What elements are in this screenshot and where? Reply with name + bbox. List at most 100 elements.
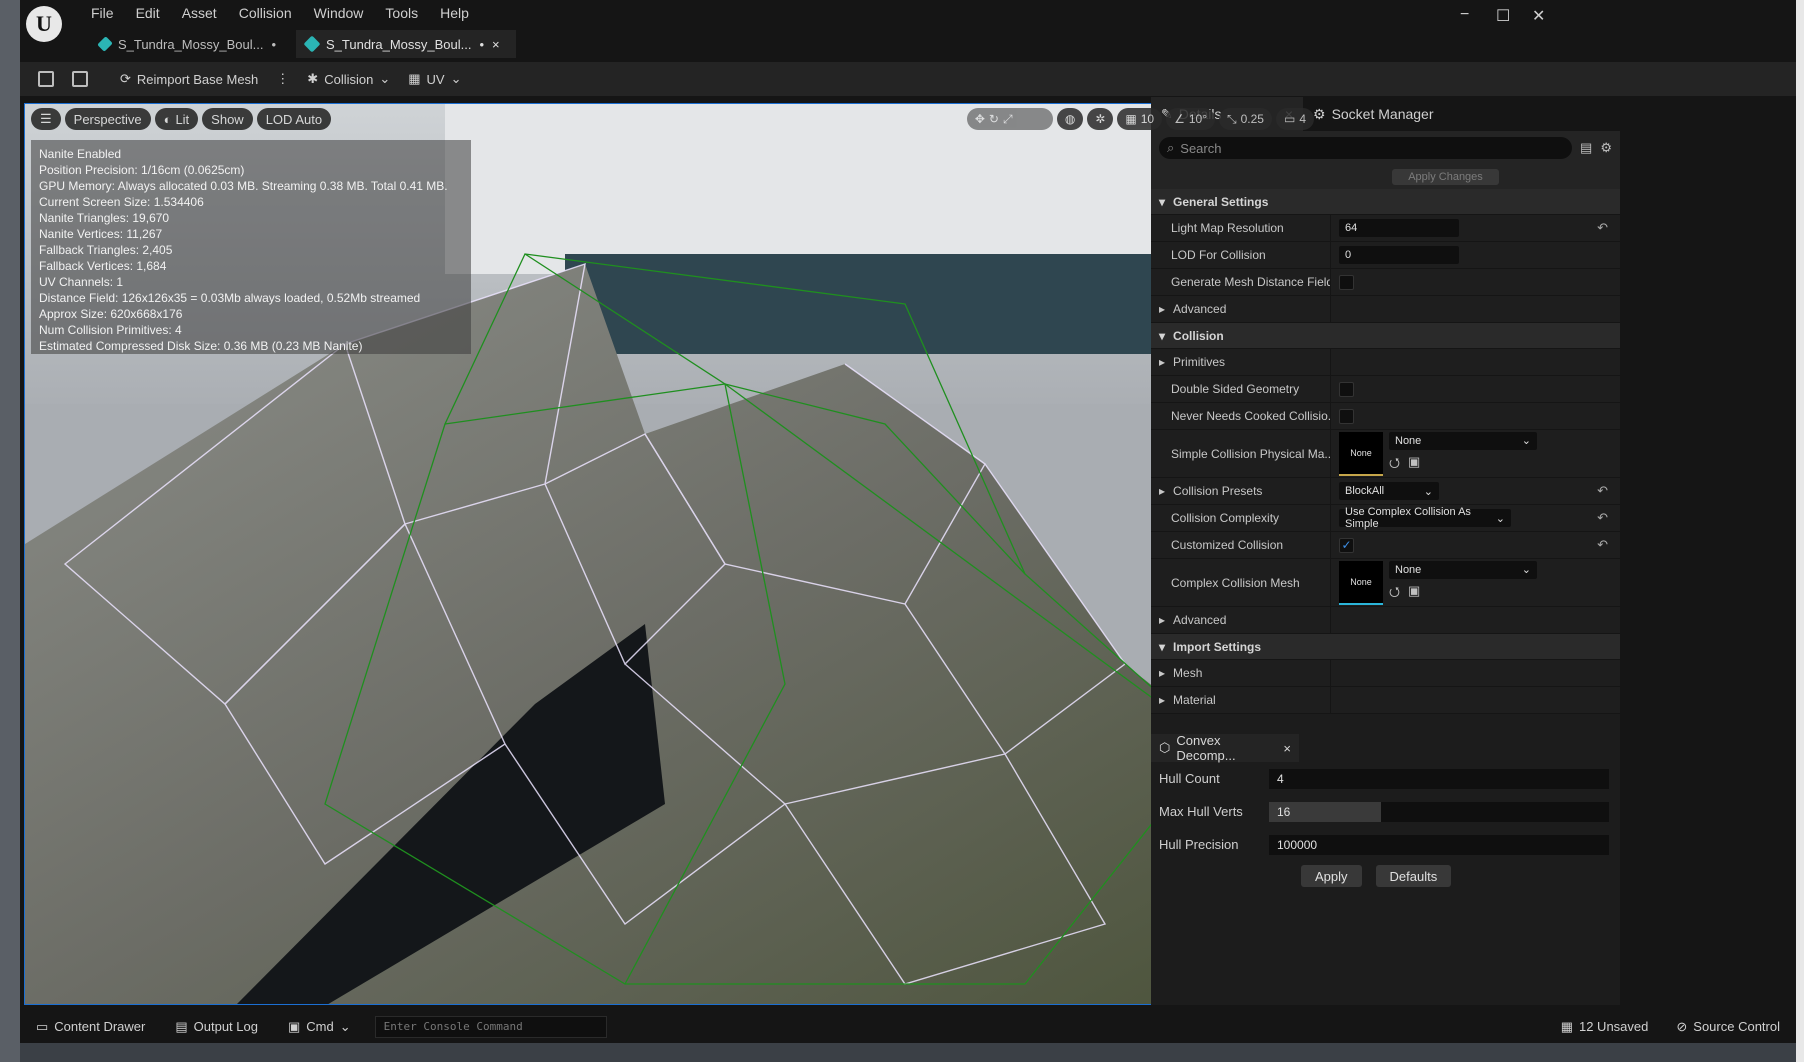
collision-complexity-dropdown[interactable]: Use Complex Collision As Simple ⌄ (1339, 506, 1511, 530)
reset-arrow-icon[interactable]: ↶ (1597, 483, 1608, 499)
transform-tools[interactable]: ✥ ↻ ⤢ (966, 108, 1053, 130)
material-row[interactable]: ▸ Material (1151, 687, 1620, 714)
reset-arrow-icon[interactable]: ↶ (1597, 510, 1608, 526)
search-icon: ⌕ (1167, 140, 1175, 155)
maximize-icon[interactable]: ☐ (1496, 6, 1510, 26)
lod-collision-input[interactable]: 0 (1339, 246, 1459, 264)
primitives-row[interactable]: ▸ Primitives (1151, 349, 1620, 376)
minimize-icon[interactable]: − (1460, 6, 1469, 24)
unreal-logo-icon[interactable]: U (26, 6, 62, 42)
max-verts-value: 16 (1277, 804, 1291, 819)
advanced-text: Advanced (1173, 302, 1227, 316)
hull-precision-input[interactable]: 100000 (1269, 834, 1609, 855)
asset-tab-2[interactable]: S_Tundra_Mossy_Boul... • × (296, 30, 516, 58)
advanced-row[interactable]: ▸ Advanced (1151, 296, 1620, 323)
physical-material-dropdown[interactable]: None ⌄ (1389, 431, 1537, 450)
gen-mesh-df-label: Generate Mesh Distance Field (1151, 269, 1331, 295)
gen-mesh-df-row: Generate Mesh Distance Field (1151, 269, 1620, 296)
viewport-menu-button[interactable]: ☰ (31, 108, 61, 130)
unsaved-button[interactable]: ▦ 12 Unsaved (1555, 1013, 1655, 1041)
convex-decomposition-panel: ⬡ Convex Decomp... × Hull Count 4 Max Hull … (1151, 733, 1620, 1005)
angle-snap-value: 10° (1188, 112, 1207, 126)
menu-collision[interactable]: Collision (228, 4, 303, 22)
static-mesh-icon (303, 35, 321, 53)
socket-icon: ⚙ (1313, 105, 1326, 122)
lit-button[interactable]: ◐ Lit (154, 108, 199, 130)
chevron-down-icon: ▾ (1159, 639, 1166, 654)
reset-arrow-icon[interactable]: ↶ (1597, 537, 1608, 553)
more-options-icon[interactable]: ⋮ (270, 65, 295, 93)
browse-asset-icon[interactable]: ▣ (1408, 454, 1420, 476)
menu-edit[interactable]: Edit (125, 4, 171, 22)
apply-button[interactable]: Apply (1301, 865, 1362, 887)
category-import-settings[interactable]: ▾ Import Settings (1151, 634, 1620, 660)
customized-collision-checkbox[interactable]: ✓ (1339, 537, 1354, 553)
lod-button[interactable]: LOD Auto (256, 108, 332, 130)
console-input[interactable]: Enter Console Command (374, 1015, 607, 1038)
perspective-button[interactable]: Perspective (64, 108, 151, 130)
menu-file[interactable]: File (80, 4, 125, 22)
double-sided-checkbox[interactable] (1339, 381, 1354, 397)
menu-window[interactable]: Window (303, 4, 375, 22)
tab-convex-decomp[interactable]: ⬡ Convex Decomp... × (1151, 733, 1299, 763)
mesh-viewport[interactable]: ☰ Perspective ◐ Lit Show LOD Auto ✥ ↻ ⤢ ◍ ✲… (24, 103, 1323, 1005)
content-drawer-button[interactable]: ▭ Content Drawer (30, 1013, 151, 1041)
collision-presets-dropdown[interactable]: BlockAll ⌄ (1339, 482, 1439, 500)
collision-complexity-row: Collision Complexity Use Complex Collisio… (1151, 505, 1620, 532)
stat-line: GPU Memory: Always allocated 0.03 MB. St… (39, 179, 448, 193)
light-map-input[interactable]: 64 (1339, 219, 1459, 237)
browse-asset-icon[interactable]: ▣ (1408, 583, 1420, 605)
browse-button[interactable] (66, 65, 94, 93)
defaults-button[interactable]: Defaults (1375, 865, 1452, 887)
menu-asset[interactable]: Asset (171, 4, 228, 22)
settings-gear-icon[interactable]: ⚙ (1600, 140, 1612, 156)
table-view-icon[interactable]: ▤ (1580, 140, 1592, 156)
close-tab-icon[interactable]: × (492, 37, 500, 52)
use-selected-icon[interactable]: ⭯ (1389, 454, 1400, 476)
angle-snap-button[interactable]: ∠ 10° (1166, 108, 1215, 130)
viewport-toolbar-right: ✥ ↻ ⤢ ◍ ✲ ▦ 10 ∠ 10° ⤡ 0.25 ▭ 4 (966, 108, 1314, 130)
use-selected-icon[interactable]: ⭯ (1389, 583, 1400, 605)
terminal-icon: ▣ (287, 1018, 301, 1034)
reimport-button[interactable]: ⟳ Reimport Base Mesh (114, 65, 264, 93)
never-cooked-checkbox[interactable] (1339, 408, 1354, 424)
show-label: Show (211, 111, 244, 127)
physical-material-thumbnail[interactable]: None (1339, 431, 1383, 476)
complex-mesh-dropdown[interactable]: None ⌄ (1389, 560, 1537, 579)
close-window-icon[interactable]: ✕ (1532, 6, 1545, 26)
uv-dropdown[interactable]: ▦ UV ⌄ (402, 65, 467, 93)
asset-tab-1[interactable]: S_Tundra_Mossy_Boul... • (90, 30, 286, 58)
menu-help[interactable]: Help (429, 4, 480, 22)
advanced-label: ▸ Advanced (1151, 296, 1331, 322)
category-collision[interactable]: ▾ Collision (1151, 323, 1620, 349)
scale-snap-icon: ⤡ (1227, 111, 1237, 126)
light-map-row: Light Map Resolution 64 ↶ (1151, 215, 1620, 242)
advanced-label: ▸ Advanced (1151, 607, 1331, 633)
advanced-collision-row[interactable]: ▸ Advanced (1151, 607, 1620, 634)
close-tab-icon[interactable]: × (1283, 741, 1291, 756)
max-verts-slider[interactable]: 16 (1269, 801, 1609, 822)
cmd-dropdown[interactable]: ▣ Cmd ⌄ (282, 1013, 357, 1041)
source-control-button[interactable]: ⊘ Source Control (1670, 1013, 1786, 1041)
mesh-row[interactable]: ▸ Mesh (1151, 660, 1620, 687)
collision-dropdown[interactable]: ✱ Collision ⌄ (301, 65, 396, 93)
category-general-settings[interactable]: ▾ General Settings (1151, 189, 1620, 215)
menu-tools[interactable]: Tools (374, 4, 429, 22)
camera-speed-button[interactable]: ▭ 4 (1275, 108, 1314, 130)
grid-snap-button[interactable]: ▦ 10 (1117, 108, 1163, 130)
tab-socket-manager[interactable]: ⚙ Socket Manager (1303, 97, 1444, 131)
show-button[interactable]: Show (202, 108, 253, 130)
hamburger-icon: ☰ (40, 111, 52, 126)
apply-changes-button[interactable]: Apply Changes (1392, 169, 1499, 185)
coordinate-space-button[interactable]: ◍ (1056, 108, 1084, 130)
save-button[interactable] (32, 65, 60, 93)
complex-mesh-thumbnail[interactable]: None (1339, 560, 1383, 605)
surface-snap-button[interactable]: ✲ (1087, 108, 1114, 130)
hull-count-input[interactable]: 4 (1269, 768, 1609, 789)
reset-arrow-icon[interactable]: ↶ (1597, 220, 1608, 236)
search-input[interactable]: ⌕ Search (1159, 137, 1573, 159)
output-log-button[interactable]: ▤ Output Log (169, 1013, 264, 1041)
scale-snap-button[interactable]: ⤡ 0.25 (1219, 108, 1272, 130)
gen-mesh-df-checkbox[interactable] (1339, 274, 1354, 290)
collision-presets-row: ▸ Collision Presets BlockAll ⌄ ↶ (1151, 478, 1620, 505)
